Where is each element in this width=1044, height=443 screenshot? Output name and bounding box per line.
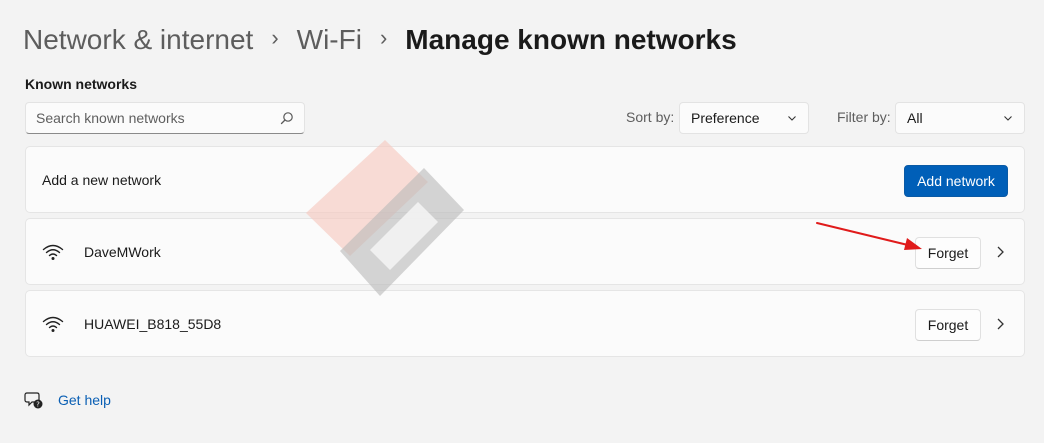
network-item[interactable]: DaveMWork Forget xyxy=(25,218,1025,285)
filter-dropdown[interactable]: All xyxy=(895,102,1025,134)
network-name: HUAWEI_B818_55D8 xyxy=(84,316,222,332)
breadcrumb: Network & internet › Wi-Fi › Manage know… xyxy=(23,18,737,62)
add-network-button[interactable]: Add network xyxy=(904,165,1008,197)
breadcrumb-wifi[interactable]: Wi-Fi xyxy=(297,20,362,60)
chevron-right-icon: › xyxy=(271,25,279,50)
search-box[interactable] xyxy=(25,102,305,134)
chevron-right-icon: › xyxy=(379,25,388,50)
network-name: DaveMWork xyxy=(84,244,161,260)
chevron-down-icon xyxy=(1003,113,1013,123)
known-networks-heading: Known networks xyxy=(25,76,138,92)
svg-text:?: ? xyxy=(36,401,40,409)
chevron-down-icon xyxy=(787,113,797,123)
filter-label: Filter by: xyxy=(837,109,891,125)
search-input[interactable] xyxy=(36,110,280,126)
forget-button[interactable]: Forget xyxy=(915,237,981,269)
help-icon[interactable]: ? xyxy=(24,390,44,410)
sort-dropdown[interactable]: Preference xyxy=(679,102,809,134)
get-help-row[interactable]: ? Get help xyxy=(24,390,111,410)
add-network-label: Add a new network xyxy=(42,172,162,188)
breadcrumb-network-internet[interactable]: Network & internet xyxy=(23,20,253,60)
wifi-icon xyxy=(42,314,64,334)
chevron-right-icon[interactable] xyxy=(994,245,1006,259)
get-help-link[interactable]: Get help xyxy=(58,392,111,408)
sort-label: Sort by: xyxy=(626,109,675,125)
network-item[interactable]: HUAWEI_B818_55D8 Forget xyxy=(25,290,1025,357)
search-icon[interactable] xyxy=(280,111,294,125)
add-network-card: Add a new network Add network xyxy=(25,146,1025,213)
wifi-icon xyxy=(42,242,64,262)
filter-value: All xyxy=(907,110,923,126)
forget-button[interactable]: Forget xyxy=(915,309,981,341)
page-title: Manage known networks xyxy=(405,24,737,55)
sort-value: Preference xyxy=(691,110,760,126)
chevron-right-icon[interactable] xyxy=(994,317,1006,331)
